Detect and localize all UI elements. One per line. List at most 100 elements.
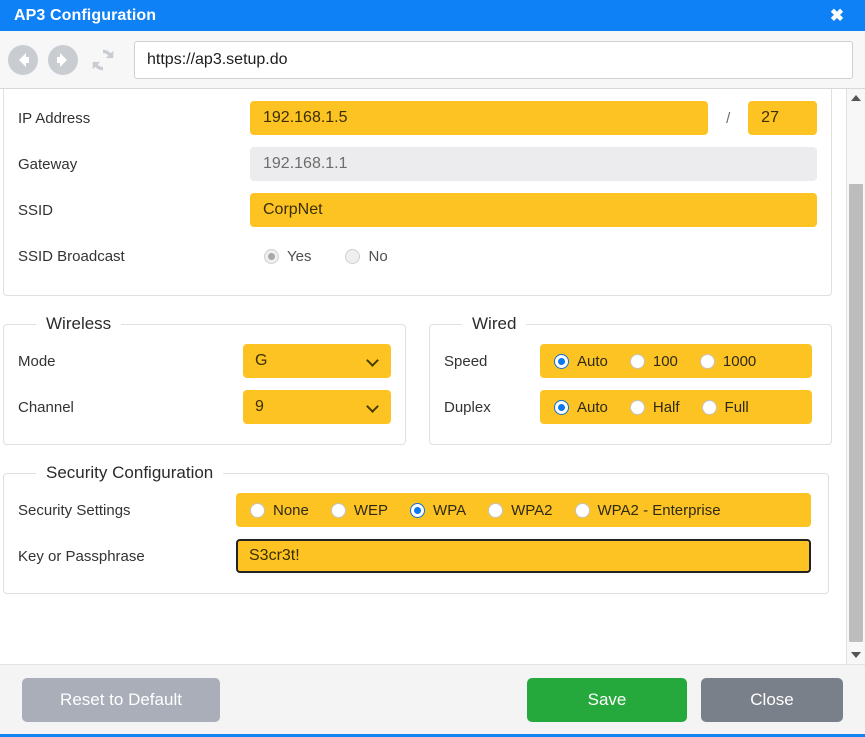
wired-duplex-option-full[interactable]: Full [702, 399, 749, 416]
key-passphrase-row: Key or Passphrase S3cr3t! [18, 533, 814, 579]
radio-icon [264, 249, 279, 264]
ssid-broadcast-option-yes[interactable]: Yes [264, 248, 311, 265]
radio-icon [250, 503, 265, 518]
wired-speed-option-1000[interactable]: 1000 [700, 353, 756, 370]
security-option-wpa2-enterprise[interactable]: WPA2 - Enterprise [575, 502, 721, 519]
reset-to-default-button[interactable]: Reset to Default [22, 678, 220, 722]
prefix-separator: / [708, 110, 748, 127]
radio-icon [630, 400, 645, 415]
gateway-input: 192.168.1.1 [250, 147, 817, 181]
wireless-wired-row: Wireless Mode G Channel 9 [0, 296, 832, 445]
ssid-broadcast-label: SSID Broadcast [18, 248, 250, 265]
back-arrow-icon[interactable] [6, 43, 40, 77]
radio-icon [700, 354, 715, 369]
security-settings-row: Security Settings None WEP WPA [18, 487, 814, 533]
scrollbar-thumb[interactable] [849, 184, 863, 642]
window-title: AP3 Configuration [14, 7, 156, 25]
radio-label: 100 [653, 353, 678, 370]
ssid-broadcast-row: SSID Broadcast Yes No [18, 233, 817, 279]
radio-icon [575, 503, 590, 518]
radio-label: WEP [354, 502, 388, 519]
wireless-panel: Wireless Mode G Channel 9 [3, 314, 406, 445]
security-legend: Security Configuration [36, 463, 223, 483]
browser-toolbar: https://ap3.setup.do [0, 31, 865, 89]
key-passphrase-input[interactable]: S3cr3t! [236, 539, 811, 573]
save-button[interactable]: Save [527, 678, 687, 722]
wireless-mode-label: Mode [18, 353, 136, 370]
ssid-label: SSID [18, 202, 250, 219]
radio-label: 1000 [723, 353, 756, 370]
wireless-channel-select[interactable]: 9 [243, 390, 391, 424]
security-option-wpa2[interactable]: WPA2 [488, 502, 552, 519]
wireless-mode-row: Mode G [18, 338, 391, 384]
wired-duplex-option-auto[interactable]: Auto [554, 399, 608, 416]
wireless-channel-label: Channel [18, 399, 136, 416]
radio-icon [554, 400, 569, 415]
wired-duplex-option-half[interactable]: Half [630, 399, 680, 416]
wireless-channel-value: 9 [255, 398, 264, 416]
key-passphrase-label: Key or Passphrase [18, 548, 236, 565]
ap-configuration-window: AP3 Configuration ✖ https://ap3.setup. [0, 0, 865, 737]
window-title-bar: AP3 Configuration ✖ [0, 0, 865, 31]
prefix-length-input[interactable]: 27 [748, 101, 817, 135]
ssid-input[interactable]: CorpNet [250, 193, 817, 227]
wireless-channel-row: Channel 9 [18, 384, 391, 430]
close-button[interactable]: Close [701, 678, 843, 722]
radio-icon [702, 400, 717, 415]
radio-label: WPA2 [511, 502, 552, 519]
gateway-row: Gateway 192.168.1.1 [18, 141, 817, 187]
content-area: IP Address 192.168.1.5 / 27 Gateway 192.… [0, 89, 865, 664]
chevron-down-icon [367, 401, 379, 413]
wired-speed-option-auto[interactable]: Auto [554, 353, 608, 370]
security-settings-label: Security Settings [18, 502, 236, 519]
chevron-down-icon [367, 355, 379, 367]
radio-icon [488, 503, 503, 518]
security-option-none[interactable]: None [250, 502, 309, 519]
radio-label: Half [653, 399, 680, 416]
wired-speed-radio-group: Auto 100 1000 [540, 344, 812, 378]
wireless-legend: Wireless [36, 314, 121, 334]
dialog-footer: Reset to Default Save Close [0, 664, 865, 734]
ssid-broadcast-radio-group: Yes No [250, 239, 436, 273]
radio-label: Auto [577, 399, 608, 416]
vertical-scrollbar[interactable] [846, 89, 865, 664]
wireless-mode-value: G [255, 352, 267, 370]
radio-icon [331, 503, 346, 518]
security-settings-radio-group: None WEP WPA WPA2 [236, 493, 811, 527]
gateway-label: Gateway [18, 156, 250, 173]
wired-legend: Wired [462, 314, 526, 334]
ssid-row: SSID CorpNet [18, 187, 817, 233]
radio-label: Yes [287, 248, 311, 265]
radio-icon [554, 354, 569, 369]
network-settings-panel: IP Address 192.168.1.5 / 27 Gateway 192.… [3, 89, 832, 296]
ssid-broadcast-option-no[interactable]: No [345, 248, 387, 265]
reload-icon[interactable] [86, 43, 120, 77]
address-bar[interactable]: https://ap3.setup.do [134, 41, 853, 79]
wired-duplex-row: Duplex Auto Half [444, 384, 817, 430]
ip-address-input[interactable]: 192.168.1.5 [250, 101, 708, 135]
wired-speed-label: Speed [444, 353, 540, 370]
wired-panel: Wired Speed Auto 100 [429, 314, 832, 445]
close-icon[interactable]: ✖ [809, 0, 865, 31]
scroll-up-arrow-icon[interactable] [847, 89, 865, 107]
security-panel: Security Configuration Security Settings… [3, 463, 829, 594]
radio-label: Full [725, 399, 749, 416]
ip-address-label: IP Address [18, 110, 250, 127]
ip-address-row: IP Address 192.168.1.5 / 27 [18, 95, 817, 141]
radio-label: Auto [577, 353, 608, 370]
radio-icon [345, 249, 360, 264]
radio-label: WPA [433, 502, 466, 519]
wired-speed-row: Speed Auto 100 [444, 338, 817, 384]
scroll-down-arrow-icon[interactable] [847, 646, 865, 664]
radio-label: WPA2 - Enterprise [598, 502, 721, 519]
radio-icon [630, 354, 645, 369]
security-option-wep[interactable]: WEP [331, 502, 388, 519]
config-form: IP Address 192.168.1.5 / 27 Gateway 192.… [0, 89, 846, 664]
wired-duplex-label: Duplex [444, 399, 540, 416]
wireless-mode-select[interactable]: G [243, 344, 391, 378]
forward-arrow-icon[interactable] [46, 43, 80, 77]
wired-duplex-radio-group: Auto Half Full [540, 390, 812, 424]
wired-speed-option-100[interactable]: 100 [630, 353, 678, 370]
security-option-wpa[interactable]: WPA [410, 502, 466, 519]
radio-label: No [368, 248, 387, 265]
